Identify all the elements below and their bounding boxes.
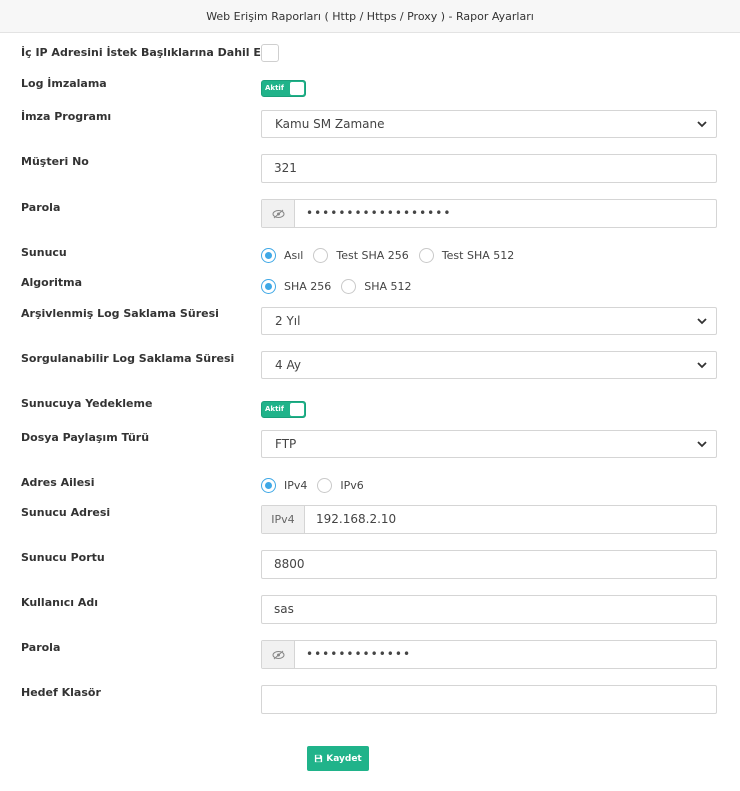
ipv4-addon: IPv4 bbox=[262, 506, 305, 533]
sunucu-portu-value: 8800 bbox=[274, 557, 305, 571]
ic-ip-label: İç IP Adresini İstek Başlıklarına Dahil … bbox=[21, 46, 267, 59]
algoritma-option-label: SHA 256 bbox=[284, 279, 332, 293]
ic-ip-checkbox[interactable] bbox=[261, 44, 279, 62]
parola-value: •••••••••••••••••• bbox=[306, 206, 452, 220]
adres-ailesi-option-label: IPv6 bbox=[340, 478, 364, 492]
kullanici-adi-value: sas bbox=[274, 602, 294, 616]
chevron-down-icon bbox=[697, 121, 707, 128]
toggle-knob bbox=[290, 82, 304, 95]
algoritma-radio-sha512[interactable] bbox=[341, 278, 357, 294]
sunucu-portu-input[interactable]: 8800 bbox=[261, 550, 717, 579]
arsiv-sure-label: Arşivlenmiş Log Saklama Süresi bbox=[21, 307, 219, 320]
yedekleme-toggle[interactable]: Aktif bbox=[261, 401, 306, 418]
arsiv-sure-select[interactable]: 2 Yıl bbox=[261, 307, 717, 335]
sunucu-radio-test-sha512[interactable] bbox=[418, 247, 434, 263]
save-button-label: Kaydet bbox=[326, 753, 362, 764]
log-imzalama-toggle[interactable]: Aktif bbox=[261, 80, 306, 97]
musteri-no-input[interactable]: 321 bbox=[261, 154, 717, 183]
sunucu-radio-asil[interactable] bbox=[261, 247, 276, 263]
algoritma-label: Algoritma bbox=[21, 276, 83, 289]
log-imzalama-label: Log İmzalama bbox=[21, 77, 107, 90]
adres-ailesi-option-label: IPv4 bbox=[284, 478, 308, 492]
sunucu-option-label: Test SHA 512 bbox=[441, 248, 515, 262]
sunucu-adresi-input[interactable]: IPv4 192.168.2.10 bbox=[261, 505, 717, 534]
sunucu-radio-test-sha256[interactable] bbox=[313, 247, 329, 263]
page-header: Web Erişim Raporları ( Http / Https / Pr… bbox=[0, 0, 740, 33]
dosya-paylasim-label: Dosya Paylaşım Türü bbox=[21, 431, 150, 444]
ftp-parola-value: ••••••••••••• bbox=[306, 647, 412, 661]
ftp-parola-input[interactable]: ••••••••••••• bbox=[261, 640, 717, 669]
chevron-down-icon bbox=[697, 362, 707, 369]
adres-ailesi-radio-ipv6[interactable] bbox=[317, 477, 333, 493]
ftp-parola-label: Parola bbox=[21, 641, 61, 654]
musteri-no-label: Müşteri No bbox=[21, 155, 89, 168]
toggle-knob bbox=[290, 403, 304, 416]
hedef-klasor-input[interactable] bbox=[261, 685, 717, 714]
sunucu-label: Sunucu bbox=[21, 246, 67, 259]
imza-programi-select[interactable]: Kamu SM Zamane bbox=[261, 110, 717, 138]
sunucu-adresi-value: 192.168.2.10 bbox=[316, 512, 397, 526]
eye-toggle-button[interactable] bbox=[262, 200, 295, 227]
sunucu-adresi-label: Sunucu Adresi bbox=[21, 506, 111, 519]
chevron-down-icon bbox=[697, 318, 707, 325]
parola-input[interactable]: •••••••••••••••••• bbox=[261, 199, 717, 228]
adres-ailesi-radio-group: IPv4 IPv6 bbox=[261, 477, 374, 493]
musteri-no-value: 321 bbox=[274, 161, 297, 175]
kullanici-adi-label: Kullanıcı Adı bbox=[21, 596, 99, 609]
eye-slash-icon bbox=[272, 209, 284, 218]
sunucu-option-label: Test SHA 256 bbox=[336, 248, 409, 262]
arsiv-sure-value: 2 Yıl bbox=[275, 314, 301, 328]
imza-programi-label: İmza Programı bbox=[21, 110, 112, 123]
sunucu-option-label: Asıl bbox=[284, 248, 304, 262]
eye-toggle-button[interactable] bbox=[262, 641, 295, 668]
dosya-paylasim-select[interactable]: FTP bbox=[261, 430, 717, 458]
sunucu-portu-label: Sunucu Portu bbox=[21, 551, 105, 564]
kullanici-adi-input[interactable]: sas bbox=[261, 595, 717, 624]
floppy-disk-icon bbox=[315, 754, 323, 763]
page-title: Web Erişim Raporları ( Http / Https / Pr… bbox=[206, 10, 534, 23]
save-button[interactable]: Kaydet bbox=[307, 746, 369, 771]
sorgu-sure-label: Sorgulanabilir Log Saklama Süresi bbox=[21, 352, 235, 365]
imza-programi-value: Kamu SM Zamane bbox=[275, 117, 385, 131]
yedekleme-label: Sunucuya Yedekleme bbox=[21, 397, 153, 410]
dosya-paylasim-value: FTP bbox=[275, 437, 297, 451]
eye-slash-icon bbox=[272, 650, 284, 659]
sorgu-sure-select[interactable]: 4 Ay bbox=[261, 351, 717, 379]
algoritma-radio-group: SHA 256 SHA 512 bbox=[261, 278, 422, 294]
algoritma-radio-sha256[interactable] bbox=[261, 278, 276, 294]
hedef-klasor-label: Hedef Klasör bbox=[21, 686, 101, 699]
yedekleme-toggle-text: Aktif bbox=[265, 405, 284, 413]
adres-ailesi-radio-ipv4[interactable] bbox=[261, 477, 276, 493]
chevron-down-icon bbox=[697, 441, 707, 448]
sorgu-sure-value: 4 Ay bbox=[275, 358, 301, 372]
sunucu-radio-group: Asıl Test SHA 256 Test SHA 512 bbox=[261, 247, 524, 263]
parola-label: Parola bbox=[21, 201, 61, 214]
adres-ailesi-label: Adres Ailesi bbox=[21, 476, 95, 489]
log-imzalama-toggle-text: Aktif bbox=[265, 84, 284, 92]
algoritma-option-label: SHA 512 bbox=[364, 279, 412, 293]
